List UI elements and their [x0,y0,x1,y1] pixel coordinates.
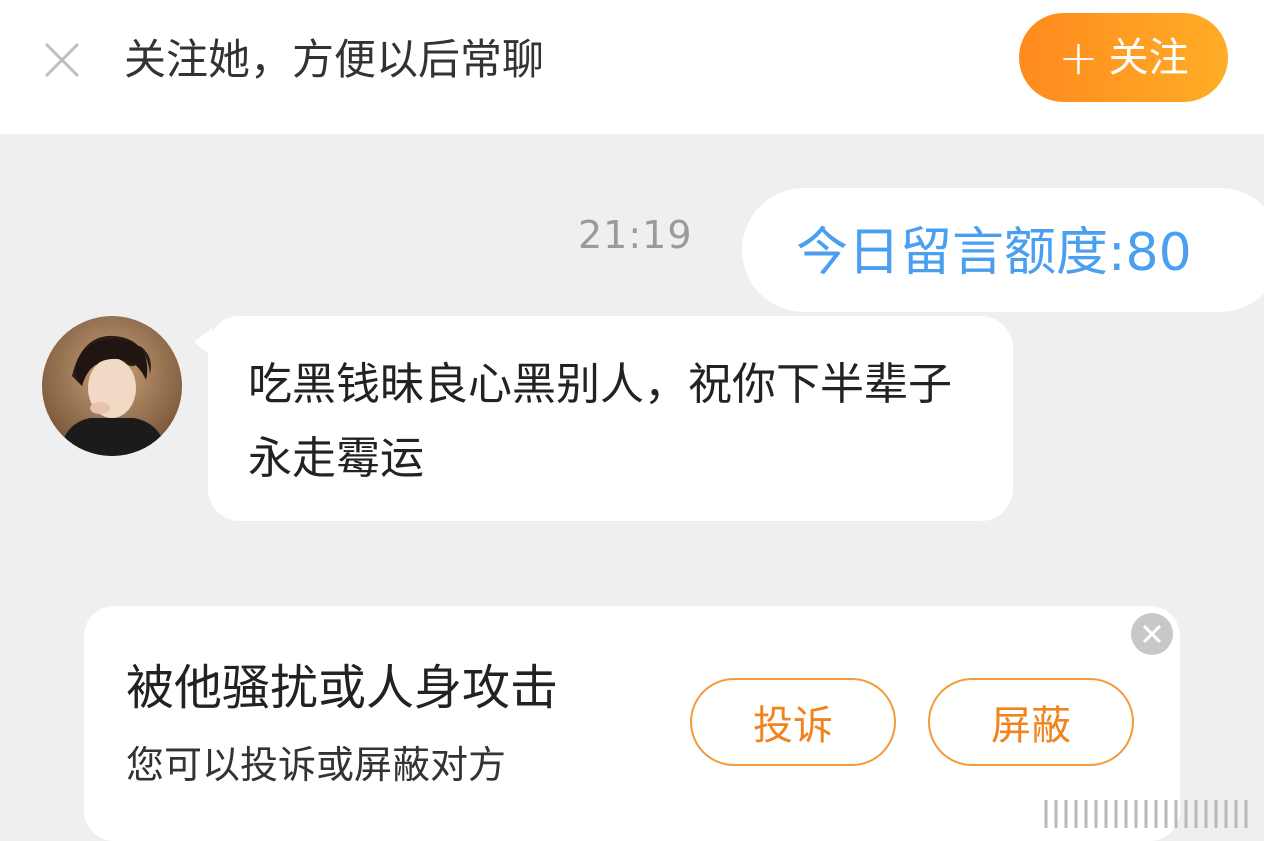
outgoing-message-text: 今日留言额度:80 [796,223,1192,283]
avatar[interactable] [42,316,182,456]
complain-button[interactable]: 投诉 [690,678,896,766]
plus-icon: + [1058,29,1099,86]
block-button[interactable]: 屏蔽 [928,678,1134,766]
incoming-message-text: 吃黑钱昧良心黑别人，祝你下半辈子永走霉运 [248,359,952,484]
close-icon[interactable] [40,38,84,82]
follow-prompt-text: 关注她，方便以后常聊 [124,35,545,84]
dismiss-icon[interactable] [1131,613,1173,655]
follow-button[interactable]: + 关注 [1019,13,1228,102]
report-card-subtitle: 您可以投诉或屏蔽对方 [126,743,507,787]
message-timestamp: 21:19 [578,213,693,257]
report-card-title: 被他骚扰或人身攻击 [126,660,559,716]
top-bar: 关注她，方便以后常聊 + 关注 [0,0,1264,134]
follow-button-label: 关注 [1108,34,1189,81]
scroll-grip-icon[interactable] [1036,794,1256,834]
